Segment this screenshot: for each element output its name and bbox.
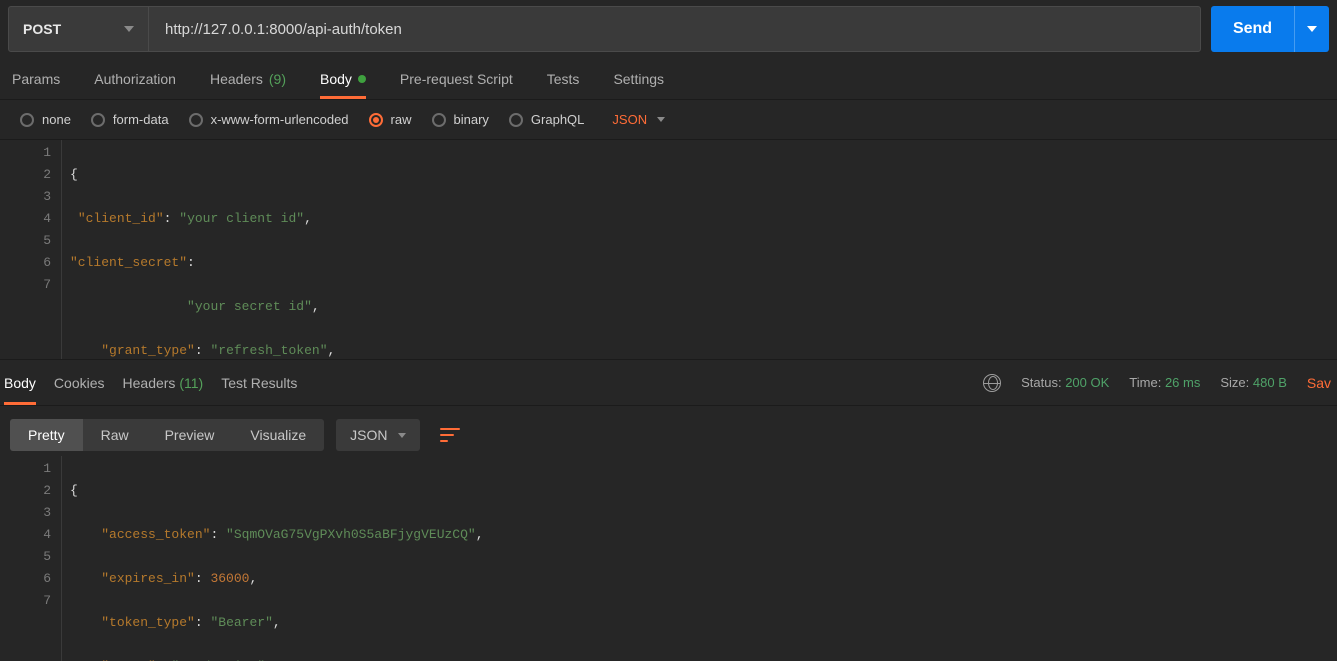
response-tabs: Body Cookies Headers (11) Test Results S… xyxy=(0,360,1337,406)
url-input[interactable]: http://127.0.0.1:8000/api-auth/token xyxy=(149,7,1200,51)
chevron-down-icon xyxy=(124,26,134,32)
resp-headers-count: (11) xyxy=(179,375,203,391)
tab-body[interactable]: Body xyxy=(320,58,366,99)
radio-formdata[interactable]: form-data xyxy=(91,112,169,127)
tab-prerequest[interactable]: Pre-request Script xyxy=(400,58,513,99)
save-response-link[interactable]: Sav xyxy=(1307,375,1331,391)
tab-headers[interactable]: Headers (9) xyxy=(210,58,286,99)
view-visualize[interactable]: Visualize xyxy=(232,419,324,451)
tab-authorization[interactable]: Authorization xyxy=(94,58,176,99)
size-meta: Size: 480 B xyxy=(1220,375,1287,390)
send-dropdown[interactable] xyxy=(1295,6,1329,52)
view-pretty[interactable]: Pretty xyxy=(10,419,83,451)
tab-params[interactable]: Params xyxy=(12,58,60,99)
radio-none[interactable]: none xyxy=(20,112,71,127)
send-group: Send xyxy=(1211,6,1329,52)
view-raw[interactable]: Raw xyxy=(83,419,147,451)
request-body-code: { "client_id": "your client id", "client… xyxy=(62,140,1319,360)
response-body-viewer[interactable]: 123 456 7 { "access_token": "SqmOVaG75Vg… xyxy=(0,456,1337,661)
radio-graphql[interactable]: GraphQL xyxy=(509,112,584,127)
send-button[interactable]: Send xyxy=(1211,6,1295,52)
radio-binary[interactable]: binary xyxy=(432,112,489,127)
line-gutter: 123 456 7 xyxy=(0,140,62,360)
body-type-row: none form-data x-www-form-urlencoded raw… xyxy=(0,100,1337,140)
view-mode-group: Pretty Raw Preview Visualize xyxy=(10,419,324,451)
wrap-icon xyxy=(440,428,460,442)
line-gutter: 123 456 7 xyxy=(0,456,62,661)
chevron-down-icon xyxy=(1307,26,1317,32)
raw-format-select[interactable]: JSON xyxy=(612,112,665,127)
headers-count: (9) xyxy=(269,71,286,87)
view-preview[interactable]: Preview xyxy=(147,419,233,451)
wrap-lines-button[interactable] xyxy=(432,417,468,453)
resp-tab-tests[interactable]: Test Results xyxy=(221,360,297,405)
response-view-bar: Pretty Raw Preview Visualize JSON xyxy=(0,406,1337,456)
http-method-value: POST xyxy=(23,21,61,37)
radio-urlencoded[interactable]: x-www-form-urlencoded xyxy=(189,112,349,127)
http-method-select[interactable]: POST xyxy=(9,7,149,51)
request-tabs: Params Authorization Headers (9) Body Pr… xyxy=(0,58,1337,100)
resp-tab-headers[interactable]: Headers (11) xyxy=(123,360,204,405)
request-line: POST http://127.0.0.1:8000/api-auth/toke… xyxy=(8,6,1201,52)
response-format-select[interactable]: JSON xyxy=(336,419,419,451)
resp-tab-body[interactable]: Body xyxy=(4,360,36,405)
url-value: http://127.0.0.1:8000/api-auth/token xyxy=(165,21,402,38)
dot-icon xyxy=(358,75,366,83)
request-body-editor[interactable]: 123 456 7 { "client_id": "your client id… xyxy=(0,140,1337,360)
chevron-down-icon xyxy=(657,117,665,122)
tab-settings[interactable]: Settings xyxy=(613,58,664,99)
tab-tests[interactable]: Tests xyxy=(547,58,580,99)
globe-icon[interactable] xyxy=(983,374,1001,392)
status-meta: Status: 200 OK xyxy=(1021,375,1109,390)
radio-raw[interactable]: raw xyxy=(369,112,412,127)
resp-tab-cookies[interactable]: Cookies xyxy=(54,360,105,405)
time-meta: Time: 26 ms xyxy=(1129,375,1200,390)
response-body-code: { "access_token": "SqmOVaG75VgPXvh0S5aBF… xyxy=(62,456,1319,661)
chevron-down-icon xyxy=(398,433,406,438)
